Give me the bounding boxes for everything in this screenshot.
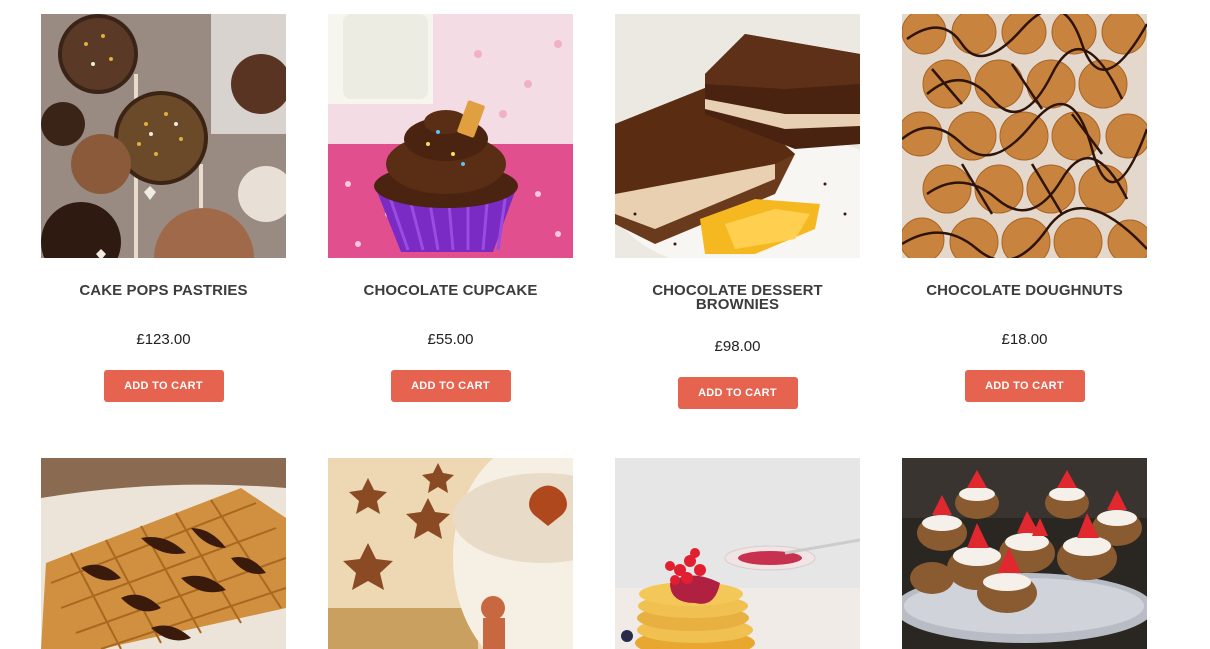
product-image-chocolate-doughnuts[interactable]: [902, 14, 1147, 258]
product-image-brownies[interactable]: [615, 14, 860, 258]
product-image-cake-pops[interactable]: [41, 14, 286, 258]
add-to-cart-button[interactable]: ADD TO CART: [677, 377, 798, 409]
product-image-chocolate-cupcake[interactable]: [328, 14, 573, 258]
product-card: CHOCOLATE DOUGHNUTS £18.00 ADD TO CART: [902, 14, 1147, 402]
product-title[interactable]: CAKE POPS PASTRIES: [41, 283, 286, 298]
product-card: [902, 458, 1147, 649]
product-card: CHOCOLATE DESSERT BROWNIES £98.00 ADD TO…: [615, 14, 860, 409]
product-image-berry-pancakes[interactable]: [615, 458, 860, 649]
product-price: £55.00: [427, 331, 474, 348]
product-grid: CAKE POPS PASTRIES £123.00 ADD TO CART C…: [0, 0, 1210, 649]
product-card: [328, 458, 573, 649]
product-title[interactable]: CHOCOLATE CUPCAKE: [328, 283, 573, 298]
product-title[interactable]: CHOCOLATE DOUGHNUTS: [902, 283, 1147, 298]
product-card: CHOCOLATE CUPCAKE £55.00 ADD TO CART: [328, 14, 573, 402]
add-to-cart-button[interactable]: ADD TO CART: [103, 370, 224, 402]
product-card: [615, 458, 860, 649]
product-image-strawberry-tarts[interactable]: [902, 458, 1147, 649]
add-to-cart-button[interactable]: ADD TO CART: [390, 370, 511, 402]
product-price: £98.00: [714, 338, 761, 355]
product-image-chocolate-waffle[interactable]: [41, 458, 286, 649]
product-image-star-cookies[interactable]: [328, 458, 573, 649]
product-price: £18.00: [1001, 331, 1048, 348]
product-title[interactable]: CHOCOLATE DESSERT BROWNIES: [615, 283, 860, 312]
add-to-cart-button[interactable]: ADD TO CART: [964, 370, 1085, 402]
product-card: CAKE POPS PASTRIES £123.00 ADD TO CART: [41, 14, 286, 402]
product-price: £123.00: [136, 331, 191, 348]
product-card: [41, 458, 286, 649]
